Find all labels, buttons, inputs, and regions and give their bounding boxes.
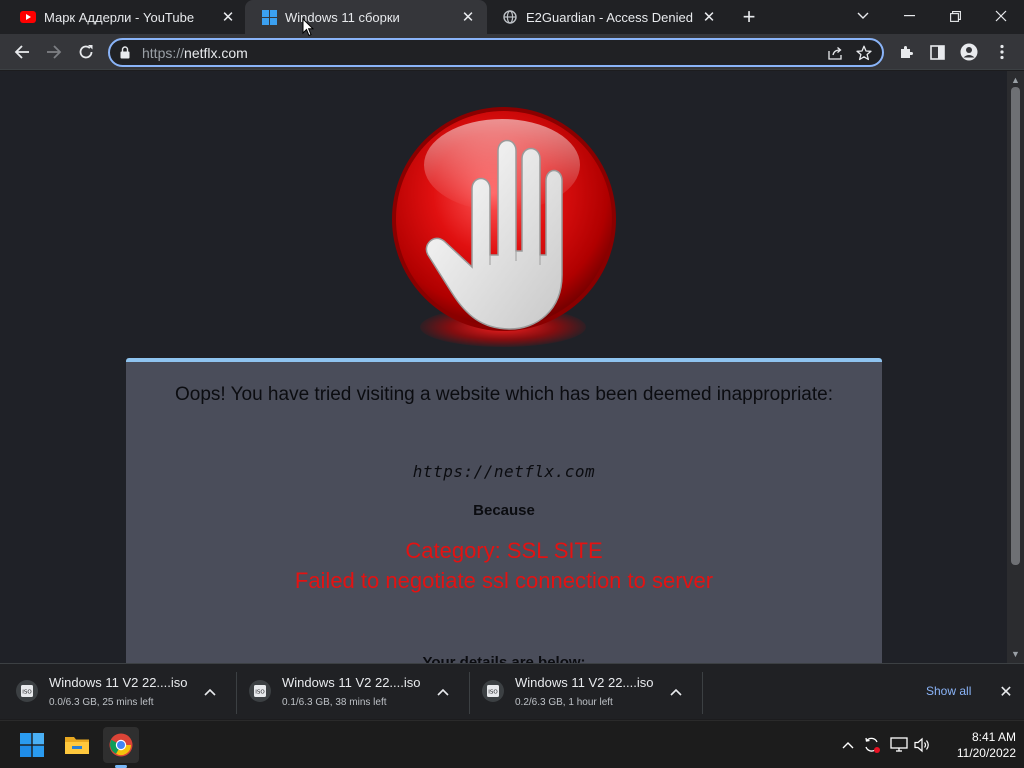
scroll-down-arrow-icon[interactable]: ▼ <box>1007 647 1024 661</box>
lock-icon[interactable] <box>120 46 134 59</box>
windows-taskbar: 8:41 AM 11/20/2022 <box>0 720 1024 768</box>
chevron-up-icon[interactable] <box>200 682 220 702</box>
block-category: Category: SSL SITE <box>405 538 603 563</box>
scroll-thumb[interactable] <box>1011 87 1020 565</box>
tab-strip: Марк Аддерли - YouTube ✕ Windows 11 сбор… <box>0 0 1024 34</box>
iso-file-icon: ISO <box>16 680 38 702</box>
sync-alert-icon[interactable] <box>862 735 882 755</box>
back-button[interactable] <box>8 38 36 66</box>
chevron-up-icon[interactable] <box>666 682 686 702</box>
address-bar[interactable]: https://netflx.com <box>108 38 884 67</box>
chevron-up-icon[interactable] <box>433 682 453 702</box>
reload-button[interactable] <box>72 38 100 66</box>
download-item[interactable]: ISO Windows 11 V2 22....iso 0.1/6.3 GB, … <box>233 664 466 720</box>
windows-icon <box>261 9 277 25</box>
download-status: 0.2/6.3 GB, 1 hour left <box>515 697 613 708</box>
download-item[interactable]: ISO Windows 11 V2 22....iso 0.0/6.3 GB, … <box>0 664 233 720</box>
svg-text:ISO: ISO <box>255 690 265 696</box>
denied-panel: Oops! You have tried visiting a website … <box>126 358 882 663</box>
forward-button[interactable] <box>40 38 68 66</box>
close-tab-icon[interactable]: ✕ <box>219 8 237 26</box>
blocked-url: https://netflx.com <box>412 462 596 481</box>
globe-icon <box>502 9 518 25</box>
close-tab-icon[interactable]: ✕ <box>459 8 477 26</box>
download-filename: Windows 11 V2 22....iso <box>49 675 188 690</box>
tab-search-icon[interactable] <box>840 0 886 32</box>
new-tab-button[interactable]: + <box>737 4 761 29</box>
show-all-downloads-link[interactable]: Show all <box>926 684 971 698</box>
extensions-icon[interactable] <box>892 38 920 66</box>
tab-title: Марк Аддерли - YouTube <box>44 9 195 25</box>
details-label: Your details are below: <box>422 654 586 663</box>
mouse-cursor-icon <box>302 18 314 37</box>
tab-title: E2Guardian - Access Denied <box>526 9 693 25</box>
address-url[interactable]: https://netflx.com <box>142 45 822 61</box>
because-label: Because <box>473 502 535 519</box>
iso-file-icon: ISO <box>249 680 271 702</box>
volume-icon[interactable] <box>913 735 933 755</box>
download-filename: Windows 11 V2 22....iso <box>282 675 421 690</box>
side-panel-icon[interactable] <box>923 38 951 66</box>
close-window-button[interactable] <box>978 0 1024 32</box>
svg-text:ISO: ISO <box>488 690 498 696</box>
clock-time: 8:41 AM <box>971 730 1016 744</box>
menu-kebab-icon[interactable] <box>988 38 1016 66</box>
download-filename: Windows 11 V2 22....iso <box>515 675 654 690</box>
restore-button[interactable] <box>932 0 978 32</box>
divider <box>702 672 703 714</box>
stop-hand-icon <box>392 107 616 331</box>
download-status: 0.0/6.3 GB, 25 mins left <box>49 697 154 708</box>
page-scrollbar[interactable]: ▲ ▼ <box>1007 71 1024 663</box>
download-item[interactable]: ISO Windows 11 V2 22....iso 0.2/6.3 GB, … <box>466 664 699 720</box>
file-explorer-icon[interactable] <box>59 727 95 763</box>
chrome-icon[interactable] <box>103 727 139 763</box>
tab-e2guardian[interactable]: E2Guardian - Access Denied ✕ <box>486 0 728 34</box>
block-reason: Failed to negotiate ssl connection to se… <box>294 568 714 593</box>
share-icon[interactable] <box>822 41 850 65</box>
start-windows-icon[interactable] <box>14 727 50 763</box>
download-shelf: ISO Windows 11 V2 22....iso 0.0/6.3 GB, … <box>0 663 1024 719</box>
youtube-icon <box>20 9 36 25</box>
browser-toolbar: https://netflx.com <box>0 34 1024 70</box>
close-tab-icon[interactable]: ✕ <box>700 8 718 26</box>
scroll-up-arrow-icon[interactable]: ▲ <box>1007 73 1024 87</box>
url-scheme: https:// <box>142 44 185 61</box>
page-headline: Oops! You have tried visiting a website … <box>174 384 834 405</box>
taskbar-clock[interactable]: 8:41 AM 11/20/2022 <box>940 729 1016 761</box>
iso-file-icon: ISO <box>482 680 504 702</box>
network-icon[interactable] <box>889 735 909 755</box>
clock-date: 11/20/2022 <box>956 746 1016 760</box>
page-viewport: Oops! You have tried visiting a website … <box>0 71 1007 663</box>
tab-youtube[interactable]: Марк Аддерли - YouTube ✕ <box>4 0 247 34</box>
profile-avatar-icon[interactable] <box>955 38 983 66</box>
close-shelf-icon[interactable]: ✕ <box>996 682 1016 702</box>
bookmark-star-icon[interactable] <box>850 41 878 65</box>
url-host: netflx.com <box>184 44 248 61</box>
svg-text:ISO: ISO <box>22 690 32 696</box>
tab-windows11[interactable]: Windows 11 сборки ✕ <box>245 0 487 34</box>
download-status: 0.1/6.3 GB, 38 mins left <box>282 697 387 708</box>
chevron-up-icon[interactable] <box>838 735 858 755</box>
minimize-button[interactable] <box>886 0 932 32</box>
